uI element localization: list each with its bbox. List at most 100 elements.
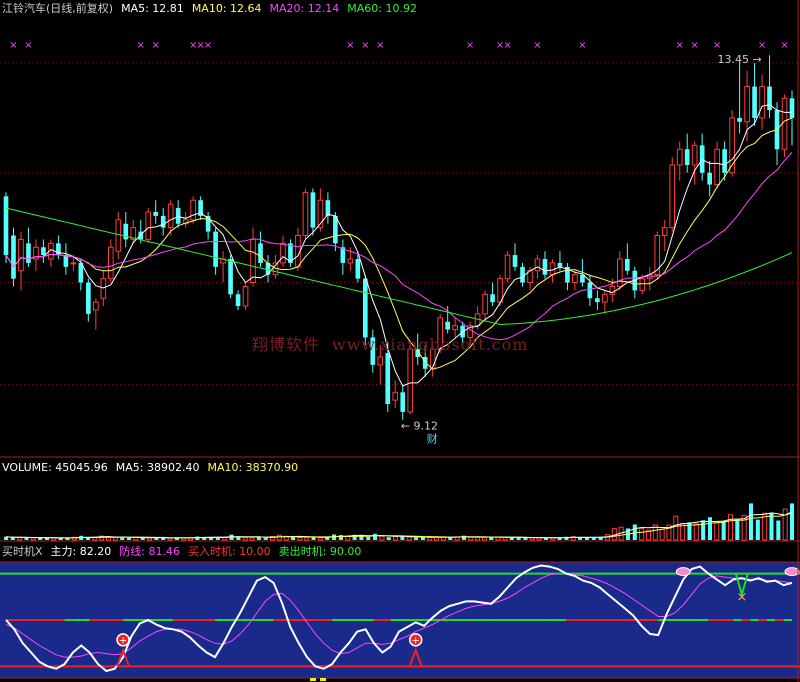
candle-body [445, 321, 450, 330]
volume-bar [755, 519, 760, 540]
candle-body [153, 211, 159, 216]
signal-cross-mark: × [780, 40, 788, 51]
candle-body [242, 285, 249, 307]
candle-body [722, 149, 727, 173]
signal-cross-mark: × [346, 40, 354, 51]
volume-bar [161, 537, 166, 540]
volume-bar [776, 520, 781, 540]
sell-signal-icon [675, 567, 691, 577]
signal-cross-mark: × [758, 40, 766, 51]
signal-cross-mark: × [204, 40, 212, 51]
candle-body [557, 262, 563, 267]
buy-signal-plus: + [412, 635, 420, 646]
volume-bar [529, 537, 535, 541]
candle-body [26, 243, 31, 263]
candle-body [70, 262, 77, 265]
candle-body [228, 259, 233, 295]
volume-bar [748, 503, 754, 540]
volume-bar [51, 537, 57, 541]
volume-bar [584, 537, 589, 540]
candle-body [302, 191, 309, 236]
signal-cross-mark: × [24, 40, 32, 51]
volume-bar [427, 536, 433, 541]
volume-bar [297, 537, 303, 541]
volume-bar [769, 512, 774, 540]
candle-body [676, 148, 683, 166]
candle-body [714, 148, 720, 186]
kline-screen: × × × × × × × × × × × × × × × × × × × × 13.45 → ← 9.12 财 + + × 江铃… [0, 0, 800, 682]
candle-body [63, 255, 69, 267]
vol-ma10-value: MA10: 38370.90 [207, 461, 299, 474]
candle-body [490, 294, 495, 303]
candle-body [661, 227, 668, 237]
candle-body [595, 298, 600, 303]
candle-body [258, 243, 263, 263]
candle-body [781, 97, 788, 150]
candle-body [504, 254, 511, 280]
volume-bar [379, 535, 385, 541]
volume-bar [714, 522, 720, 541]
volume-bar [659, 528, 665, 541]
candle-body [377, 356, 384, 366]
candle-body [512, 255, 518, 267]
volume-bar [693, 523, 699, 541]
volume-bar [468, 536, 474, 541]
signal-cross-mark: × [376, 40, 384, 51]
signal-cross-mark: × [690, 40, 698, 51]
indicator-name: 买时机X [2, 545, 43, 558]
volume-bar [727, 514, 734, 541]
volume-bar [400, 536, 405, 540]
volume-bar [789, 503, 795, 540]
candle-body [691, 144, 698, 166]
volume-bar [126, 537, 132, 540]
volume-bar [120, 537, 125, 540]
signal-cross-mark: × [152, 40, 160, 51]
candle-body [355, 259, 361, 279]
candle-body [145, 211, 152, 240]
volume-bar [721, 520, 726, 540]
defense-value: 防线: 81.46 [119, 545, 180, 558]
volume-bar [523, 537, 528, 540]
signal-cross-mark: × [466, 40, 474, 51]
low-price-label: ← 9.12 [401, 420, 438, 433]
candle-body [669, 164, 676, 229]
volume-bar [112, 537, 118, 541]
candle-body [93, 301, 99, 311]
candle-body [520, 266, 525, 283]
ma5-value: MA5: 12.81 [121, 2, 184, 15]
volume-bar [782, 508, 788, 541]
high-price-label: 13.45 → [718, 53, 762, 66]
volume-bar [263, 537, 268, 540]
watermark: 翔博软件 www.xiangbosoft.com [252, 331, 540, 355]
candle-body [707, 172, 712, 185]
volume-bar [516, 537, 521, 540]
ma60-value: MA60: 10.92 [347, 2, 417, 15]
candle-body [41, 247, 46, 256]
volume-bar [639, 528, 645, 541]
volume-header: VOLUME: 45045.96 MA5: 38902.40 MA10: 38370… [2, 461, 306, 474]
volume-bar [707, 517, 713, 540]
candle-body [190, 199, 196, 221]
candle-body [572, 274, 578, 284]
sell-timing-value: 卖出时机: 90.00 [278, 545, 362, 558]
candle-body [280, 242, 286, 264]
ma10-value: MA10: 12.64 [191, 2, 262, 15]
vol-ma5-value: MA5: 38902.40 [115, 461, 200, 474]
signal-cross-mark: × [533, 40, 541, 51]
candle-body [235, 294, 241, 307]
candle-body [392, 391, 399, 401]
signal-cross-mark: × [137, 40, 145, 51]
candle-body [684, 149, 690, 165]
stock-name: 江铃汽车(日线,前复权) [2, 2, 114, 15]
candle-body [333, 215, 338, 244]
volume-bar [481, 537, 487, 541]
volume-bar [673, 515, 679, 541]
candle-body [534, 258, 541, 272]
signal-cross-mark: × [578, 40, 586, 51]
candle-body [497, 278, 503, 303]
candle-body [602, 293, 608, 303]
volume-bar [373, 533, 378, 540]
volume-bar [304, 536, 310, 541]
volume-bar [386, 537, 391, 540]
candle-body [542, 259, 548, 275]
